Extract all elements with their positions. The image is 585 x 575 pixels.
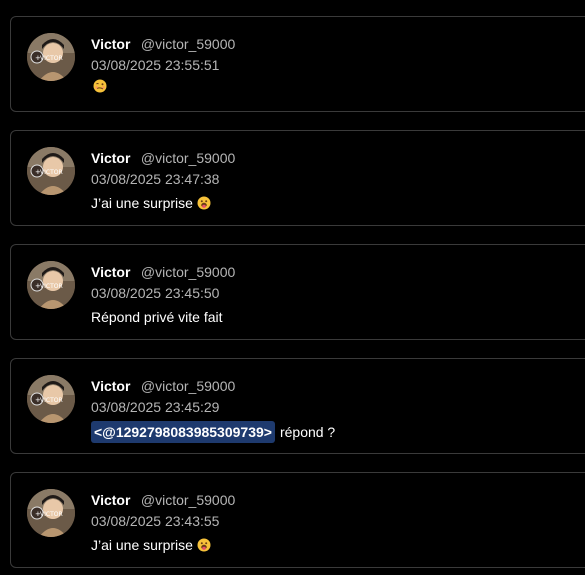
message-timestamp: 03/08/2025 23:45:50 xyxy=(91,285,220,301)
message-card[interactable]: + VICTOR Victor @victor_59000 03/08/2025… xyxy=(10,16,585,112)
message-text: répond ? xyxy=(279,424,336,440)
message-text: J’ai une surprise xyxy=(91,537,193,553)
message-text: Répond privé vite fait xyxy=(91,309,223,325)
avatar[interactable]: + VICTOR xyxy=(27,147,75,195)
avatar[interactable]: + VICTOR xyxy=(27,261,75,309)
avatar[interactable]: + VICTOR xyxy=(27,33,75,81)
message-content: Répond privé vite fait xyxy=(91,307,223,327)
message-timestamp: 03/08/2025 23:43:55 xyxy=(91,513,220,529)
svg-text:VICTOR: VICTOR xyxy=(40,283,63,290)
face-with-tongue-icon xyxy=(197,196,211,210)
message-timestamp: 03/08/2025 23:47:38 xyxy=(91,171,220,187)
message-timestamp: 03/08/2025 23:45:29 xyxy=(91,399,220,415)
message-card[interactable]: + VICTOR Victor @victor_59000 03/08/2025… xyxy=(10,130,585,226)
svg-text:VICTOR: VICTOR xyxy=(40,397,63,404)
author-handle[interactable]: @victor_59000 xyxy=(141,264,235,280)
user-mention[interactable]: <@1292798083985309739> xyxy=(91,421,275,443)
svg-text:VICTOR: VICTOR xyxy=(40,55,63,62)
message-card[interactable]: + VICTOR Victor @victor_59000 03/08/2025… xyxy=(10,472,585,568)
message-content: J’ai une surprise xyxy=(91,535,211,555)
message-card[interactable]: + VICTOR Victor @victor_59000 03/08/2025… xyxy=(10,358,585,454)
author-name[interactable]: Victor xyxy=(91,36,130,52)
avatar[interactable]: + VICTOR xyxy=(27,489,75,537)
message-header: Victor @victor_59000 xyxy=(91,491,235,510)
author-handle[interactable]: @victor_59000 xyxy=(141,150,235,166)
author-handle[interactable]: @victor_59000 xyxy=(141,378,235,394)
avatar[interactable]: + VICTOR xyxy=(27,375,75,423)
message-header: Victor @victor_59000 xyxy=(91,35,235,54)
message-card[interactable]: + VICTOR Victor @victor_59000 03/08/2025… xyxy=(10,244,585,340)
message-header: Victor @victor_59000 xyxy=(91,149,235,168)
woozy-face-icon xyxy=(93,79,107,93)
svg-text:VICTOR: VICTOR xyxy=(40,511,63,518)
author-name[interactable]: Victor xyxy=(91,492,130,508)
author-name[interactable]: Victor xyxy=(91,150,130,166)
author-handle[interactable]: @victor_59000 xyxy=(141,36,235,52)
message-content xyxy=(91,79,107,93)
message-text: J’ai une surprise xyxy=(91,195,193,211)
author-name[interactable]: Victor xyxy=(91,378,130,394)
message-content: J’ai une surprise xyxy=(91,193,211,213)
author-name[interactable]: Victor xyxy=(91,264,130,280)
message-header: Victor @victor_59000 xyxy=(91,263,235,282)
author-handle[interactable]: @victor_59000 xyxy=(141,492,235,508)
svg-text:VICTOR: VICTOR xyxy=(40,169,63,176)
message-content: <@1292798083985309739> répond ? xyxy=(91,421,335,443)
message-feed: + VICTOR Victor @victor_59000 03/08/2025… xyxy=(0,0,585,575)
face-with-tongue-icon xyxy=(197,538,211,552)
message-timestamp: 03/08/2025 23:55:51 xyxy=(91,57,220,73)
message-header: Victor @victor_59000 xyxy=(91,377,235,396)
